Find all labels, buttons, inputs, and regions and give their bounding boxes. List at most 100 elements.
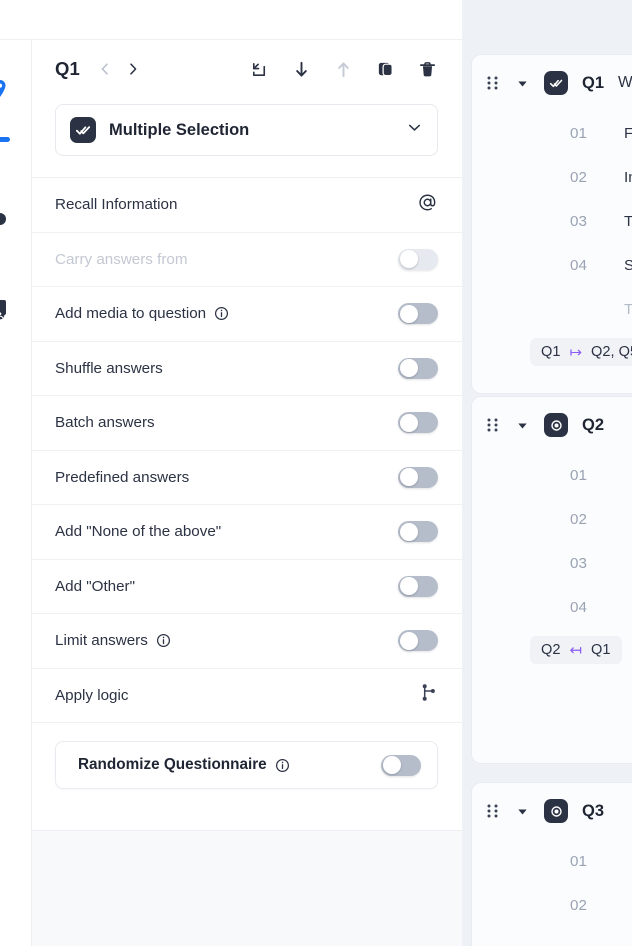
answer-option-index: 01 <box>570 467 600 484</box>
logic-badge-to: Q2, Q5, Q <box>591 344 632 360</box>
row-recall-information-control <box>417 192 438 218</box>
row-add-media-to-question-control <box>398 303 438 324</box>
row-shuffle-answers-control <box>398 358 438 379</box>
row-predefined-answers-control <box>398 467 438 488</box>
answer-option-row[interactable]: 01 <box>472 453 632 497</box>
circle-dot-icon[interactable] <box>0 208 11 230</box>
row-predefined-answers[interactable]: Predefined answers <box>32 451 462 506</box>
branch-logic-icon[interactable] <box>419 682 438 708</box>
next-question-arrow[interactable] <box>122 58 144 80</box>
row-limit-answers-control <box>398 630 438 651</box>
row-add-other[interactable]: Add "Other" <box>32 560 462 615</box>
info-icon[interactable] <box>214 306 229 321</box>
info-icon[interactable] <box>156 633 171 648</box>
row-add-other-label: Add "Other" <box>55 578 135 595</box>
row-add-media-to-question-toggle[interactable] <box>398 303 438 324</box>
move-up-icon[interactable] <box>332 58 354 80</box>
drag-handle-icon[interactable] <box>486 417 500 433</box>
row-shuffle-answers-toggle[interactable] <box>398 358 438 379</box>
collapse-caret-icon[interactable] <box>516 805 530 818</box>
drag-handle-icon[interactable] <box>486 803 500 819</box>
row-batch-answers-label: Batch answers <box>55 414 155 431</box>
row-shuffle-answers[interactable]: Shuffle answers <box>32 342 462 397</box>
question-toolbar <box>248 58 438 80</box>
answer-option-row[interactable]: 03Tw <box>472 199 632 243</box>
previous-question-arrow[interactable] <box>94 58 116 80</box>
question-card-header: Q3 <box>472 783 632 839</box>
answer-option-row[interactable]: 02 <box>472 497 632 541</box>
answer-option-row[interactable]: 01Fa <box>472 111 632 155</box>
document-person-icon[interactable] <box>0 298 11 320</box>
answer-option-text[interactable]: Tw <box>624 213 632 230</box>
row-add-media-to-question-label: Add media to question <box>55 305 206 322</box>
logic-badge[interactable]: Q1↦Q2, Q5, Q <box>530 338 632 366</box>
row-add-none-of-the-above[interactable]: Add "None of the above" <box>32 505 462 560</box>
randomize-questionnaire-label: Randomize Questionnaire <box>78 756 267 774</box>
move-down-icon[interactable] <box>290 58 312 80</box>
answer-option-row[interactable]: 03 <box>472 541 632 585</box>
logic-badge-from: Q1 <box>541 344 560 360</box>
delete-icon[interactable] <box>416 58 438 80</box>
answer-option-index: 02 <box>570 897 600 914</box>
row-limit-answers-label: Limit answers <box>55 632 148 649</box>
duplicate-icon[interactable] <box>374 58 396 80</box>
answer-option-row[interactable]: 04 <box>472 585 632 629</box>
answer-option-row[interactable]: 01 <box>472 839 632 883</box>
row-batch-answers-control <box>398 412 438 433</box>
row-add-none-of-the-above-toggle[interactable] <box>398 521 438 542</box>
logic-badge-row: Q1↦Q2, Q5, Q <box>472 331 632 373</box>
question-card[interactable]: Q2 01 02 0304 Q2↤Q1 <box>471 396 632 764</box>
row-batch-answers-toggle[interactable] <box>398 412 438 433</box>
randomize-questionnaire-card[interactable]: Randomize Questionnaire <box>55 741 438 789</box>
question-settings-panel: Q1 <box>32 40 462 946</box>
answer-option-text[interactable]: Sn <box>624 257 632 274</box>
answer-option-index: 02 <box>570 511 600 528</box>
row-carry-answers-from-toggle <box>398 249 438 270</box>
row-limit-answers[interactable]: Limit answers <box>32 614 462 669</box>
left-nav-rail <box>0 40 32 946</box>
answer-option-index: 04 <box>570 257 600 274</box>
double-check-icon <box>544 71 568 95</box>
question-card-header: Q2 <box>472 397 632 453</box>
info-icon[interactable] <box>275 758 290 773</box>
panel-footer <box>32 830 462 946</box>
app-root: Q1 <box>0 0 632 946</box>
randomize-questionnaire-toggle[interactable] <box>381 755 421 776</box>
drag-handle-icon[interactable] <box>486 75 500 91</box>
answer-option-row[interactable]: 02 <box>472 883 632 927</box>
row-apply-logic[interactable]: Apply logic <box>32 669 462 724</box>
settings-rows: Recall Information Carry answers from Add … <box>32 178 462 723</box>
row-predefined-answers-toggle[interactable] <box>398 467 438 488</box>
answer-option-text[interactable]: In <box>624 169 632 186</box>
question-card[interactable]: Q1W01Fa02In03Tw04SnTyQ1↦Q2, Q5, Q <box>471 54 632 394</box>
settings-header: Q1 <box>32 40 462 98</box>
single-select-icon <box>544 413 568 437</box>
row-recall-information-label: Recall Information <box>55 196 177 213</box>
row-carry-answers-from[interactable]: Carry answers from <box>32 233 462 288</box>
add-answer-placeholder[interactable]: Ty <box>624 301 632 318</box>
question-type-select[interactable]: Multiple Selection <box>55 104 438 156</box>
question-type-label: Multiple Selection <box>109 121 249 140</box>
location-pin-icon[interactable] <box>0 78 11 100</box>
row-batch-answers[interactable]: Batch answers <box>32 396 462 451</box>
collapse-caret-icon[interactable] <box>516 77 530 90</box>
question-text[interactable]: W <box>618 74 632 92</box>
logic-badge-row: Q2↤Q1 <box>472 629 632 671</box>
row-limit-answers-toggle[interactable] <box>398 630 438 651</box>
answer-option-row[interactable]: 02In <box>472 155 632 199</box>
answer-option-row[interactable]: 04 Sn <box>472 243 632 287</box>
at-mention-icon[interactable] <box>417 192 438 218</box>
chevron-down-icon[interactable] <box>406 119 423 141</box>
question-number: Q2 <box>582 416 604 435</box>
move-question-icon[interactable] <box>248 58 270 80</box>
row-add-other-toggle[interactable] <box>398 576 438 597</box>
collapse-caret-icon[interactable] <box>516 419 530 432</box>
question-card[interactable]: Q301 02 <box>471 782 632 946</box>
logic-badge-to: Q1 <box>591 642 610 658</box>
question-card-header: Q1W <box>472 55 632 111</box>
answer-option-text[interactable]: Fa <box>624 125 632 142</box>
add-answer-option-row[interactable]: Ty <box>472 287 632 331</box>
row-add-media-to-question[interactable]: Add media to question <box>32 287 462 342</box>
row-recall-information[interactable]: Recall Information <box>32 178 462 233</box>
logic-badge[interactable]: Q2↤Q1 <box>530 636 622 664</box>
